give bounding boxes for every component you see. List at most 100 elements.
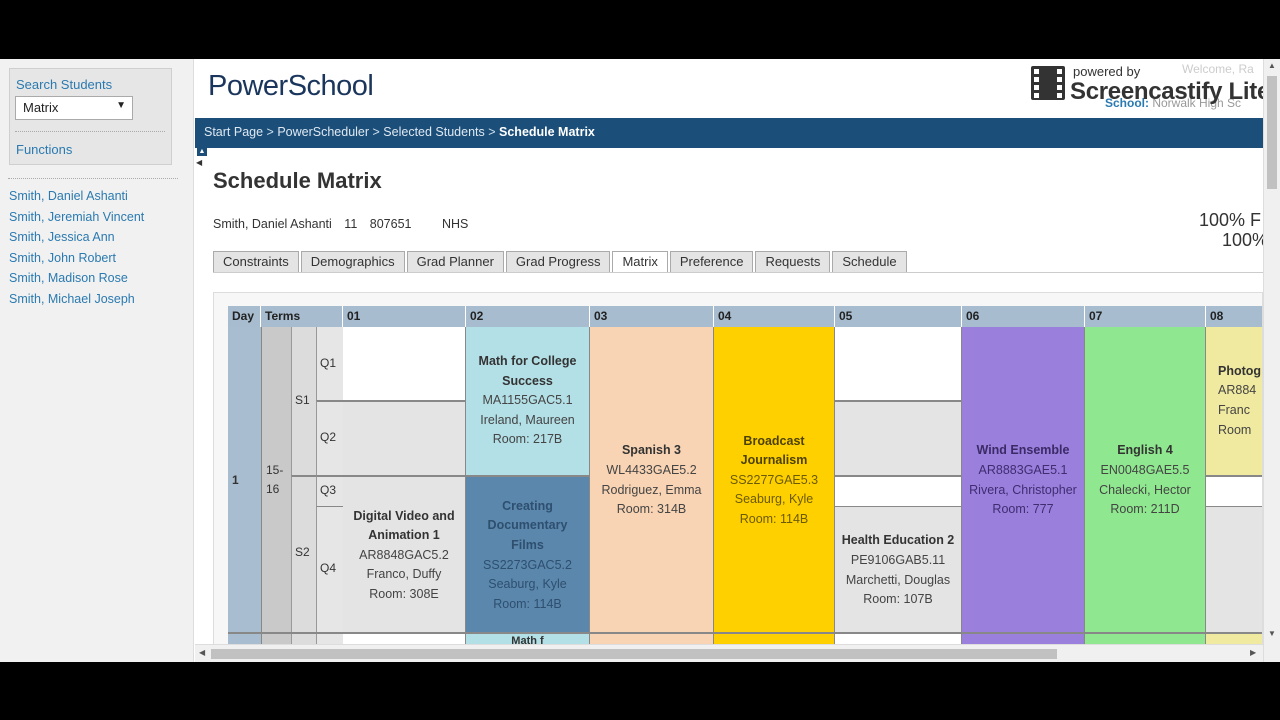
course-room: Room: 114B	[493, 596, 562, 611]
quarter-label: Q1	[320, 356, 337, 370]
empty-slot[interactable]	[835, 327, 962, 400]
student-link[interactable]: Smith, Michael Joseph	[9, 289, 144, 310]
watermark-small-text: powered by	[1073, 64, 1141, 79]
course-name: Photog	[1218, 363, 1262, 378]
course-teacher: Seaburg, Kyle	[734, 492, 814, 507]
course-block[interactable]: Health Education 2 PE9106GAB5.11 Marchet…	[835, 506, 962, 634]
divider	[8, 178, 178, 179]
browser-viewport: Search Students Matrix ▼ Functions Smith…	[0, 59, 1280, 662]
student-link[interactable]: Smith, Daniel Ashanti	[9, 186, 144, 207]
course-block[interactable]: Spanish 3 WL4433GAE5.2 Rodriguez, Emma R…	[590, 327, 714, 634]
scroll-down-icon[interactable]: ▼	[1268, 629, 1276, 638]
schedule-matrix-panel: Day Terms 01 02 03 04 05 06 07 08 1 15- …	[213, 292, 1263, 647]
view-select-value: Matrix	[23, 100, 59, 115]
view-select[interactable]: Matrix ▼	[15, 96, 133, 120]
course-block[interactable]: Creating Documentary Films SS2273GAC5.2 …	[466, 475, 590, 634]
tab-matrix[interactable]: Matrix	[612, 251, 668, 273]
film-icon	[1031, 66, 1065, 100]
semester-label: S2	[295, 545, 310, 559]
student-link[interactable]: Smith, Madison Rose	[9, 268, 144, 289]
course-teacher: Rivera, Christopher	[969, 482, 1077, 497]
course-room: Room: 211D	[1110, 502, 1180, 517]
course-code: PE9106GAB5.11	[850, 552, 946, 567]
tab-preference[interactable]: Preference	[669, 251, 754, 272]
course-room: Room	[1218, 422, 1252, 437]
tab-bar: Constraints Demographics Grad Planner Gr…	[213, 251, 907, 273]
empty-slot[interactable]	[835, 400, 962, 475]
student-link[interactable]: Smith, John Robert	[9, 248, 144, 269]
header-period: 03	[590, 306, 714, 327]
empty-slot[interactable]	[835, 475, 962, 506]
course-name: Digital Video and Animation 1	[353, 508, 455, 543]
collapse-nav-button[interactable]: ▲ ◀	[195, 148, 207, 172]
tab-requests[interactable]: Requests	[755, 251, 831, 272]
day-cell: 1	[228, 327, 261, 634]
course-teacher: Chalecki, Hector	[1099, 482, 1191, 497]
course-room: Room: 777	[992, 502, 1054, 517]
course-name: Creating Documentary Films	[487, 498, 568, 552]
progress-text: 100%	[1222, 230, 1269, 250]
tab-constraints[interactable]: Constraints	[213, 251, 299, 272]
course-code: WL4433GAE5.2	[606, 462, 697, 477]
divider	[15, 131, 165, 132]
scroll-right-icon[interactable]: ▶	[1250, 648, 1256, 657]
school-code: NHS	[441, 217, 469, 231]
term-label: 15- 16	[266, 463, 284, 496]
tab-grad-planner[interactable]: Grad Planner	[406, 251, 504, 272]
chevron-left-icon: ◀	[196, 158, 203, 167]
semester-label: S1	[295, 393, 310, 407]
student-link[interactable]: Smith, Jeremiah Vincent	[9, 207, 144, 228]
empty-slot[interactable]	[1206, 506, 1262, 634]
breadcrumb-separator: >	[369, 125, 384, 139]
breadcrumb-selected-students[interactable]: Selected Students	[383, 125, 484, 139]
quarter-cell: Q3	[316, 475, 343, 506]
header-period: 07	[1085, 306, 1206, 327]
search-students-link[interactable]: Search Students	[16, 77, 112, 92]
course-block[interactable]: Math for College Success MA1155GAC5.1 Ir…	[466, 327, 590, 475]
course-name: Health Education 2	[841, 533, 955, 548]
course-name: Wind Ensemble	[976, 443, 1070, 458]
course-code: AR8883GAE5.1	[978, 462, 1068, 477]
term-cell: 15- 16	[261, 327, 291, 634]
empty-slot[interactable]	[1206, 475, 1262, 506]
course-teacher: Franco, Duffy	[366, 567, 442, 582]
tab-demographics[interactable]: Demographics	[300, 251, 405, 272]
course-block[interactable]: Broadcast Journalism SS2277GAE5.3 Seabur…	[714, 327, 835, 634]
quarter-label: Q2	[320, 430, 337, 444]
breadcrumb: Start Page > PowerScheduler > Selected S…	[195, 118, 1263, 148]
student-link[interactable]: Smith, Jessica Ann	[9, 227, 144, 248]
vertical-scrollbar[interactable]: ▲ ▼	[1263, 59, 1280, 662]
quarter-cell: Q4	[316, 506, 343, 634]
header-period: 08	[1206, 306, 1262, 327]
main-content: PowerSchool Welcome, Ra School: Norwalk …	[195, 59, 1280, 662]
scroll-thumb[interactable]	[211, 649, 1057, 659]
tab-grad-progress[interactable]: Grad Progress	[505, 251, 611, 272]
course-block[interactable]: English 4 EN0048GAE5.5 Chalecki, Hector …	[1085, 327, 1206, 634]
course-block[interactable]: Wind Ensemble AR8883GAE5.1 Rivera, Chris…	[962, 327, 1085, 634]
horizontal-scrollbar[interactable]: ◀ ▶	[195, 644, 1263, 662]
scroll-thumb[interactable]	[1267, 76, 1277, 189]
breadcrumb-current: Schedule Matrix	[499, 125, 595, 139]
course-block[interactable]: Photog AR884 Franc Room	[1206, 327, 1262, 475]
scroll-left-icon[interactable]: ◀	[199, 648, 205, 657]
scroll-up-icon[interactable]: ▲	[1268, 61, 1276, 70]
course-name: English 4	[1117, 443, 1173, 458]
empty-slot[interactable]	[343, 327, 466, 400]
course-teacher: Ireland, Maureen	[480, 412, 575, 427]
course-code: SS2277GAE5.3	[729, 472, 819, 487]
course-room: Room: 314B	[616, 502, 687, 517]
empty-slot[interactable]	[343, 400, 466, 475]
header-period: 05	[835, 306, 962, 327]
course-teacher: Rodriguez, Emma	[601, 482, 702, 497]
breadcrumb-powerscheduler[interactable]: PowerScheduler	[277, 125, 369, 139]
quarter-label: Q3	[320, 483, 337, 497]
breadcrumb-start-page[interactable]: Start Page	[204, 125, 263, 139]
header-terms: Terms	[261, 306, 343, 327]
header-period: 06	[962, 306, 1085, 327]
powerschool-logo[interactable]: PowerSchool	[208, 70, 374, 103]
student-id: 807651	[369, 217, 412, 231]
tab-schedule[interactable]: Schedule	[832, 251, 907, 272]
course-block[interactable]: Digital Video and Animation 1 AR8848GAC5…	[343, 475, 466, 634]
course-code: EN0048GAE5.5	[1100, 462, 1190, 477]
functions-link[interactable]: Functions	[16, 142, 72, 157]
